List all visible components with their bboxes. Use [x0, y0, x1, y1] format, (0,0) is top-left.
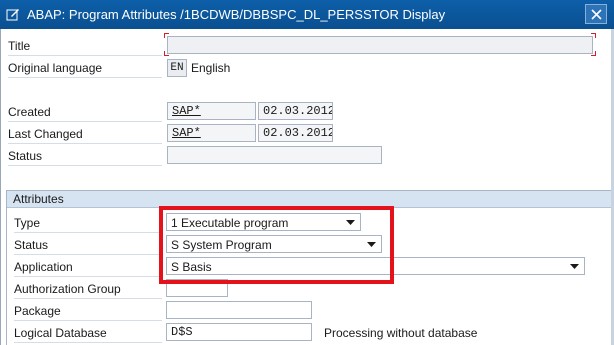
close-button[interactable]	[585, 4, 607, 24]
package-field[interactable]	[166, 301, 312, 319]
label-underline	[8, 121, 162, 122]
created-date-field[interactable]: 02.03.2012	[258, 102, 333, 120]
annotation-highlight-box	[159, 206, 394, 284]
title-label: Title	[8, 39, 31, 53]
required-marker-icon	[591, 51, 596, 56]
chevron-down-icon	[570, 264, 579, 269]
logical-db-description: Processing without database	[324, 326, 478, 340]
edit-document-icon	[6, 8, 20, 21]
label-underline	[8, 55, 162, 56]
created-label: Created	[8, 105, 51, 119]
required-marker-icon	[164, 33, 169, 38]
last-changed-label: Last Changed	[8, 127, 83, 141]
attributes-group-title: Attributes	[13, 192, 64, 206]
label-underline	[14, 298, 162, 299]
label-underline	[8, 165, 162, 166]
logical-db-label: Logical Database	[14, 326, 107, 340]
required-marker-icon	[164, 51, 169, 56]
language-name: English	[191, 61, 231, 75]
title-bar: ABAP: Program Attributes /1BCDWB/DBBSPC_…	[0, 0, 614, 29]
auth-group-label: Authorization Group	[14, 282, 121, 296]
close-icon	[591, 9, 602, 20]
status-label: Status	[8, 149, 43, 163]
label-underline	[14, 254, 162, 255]
label-underline	[8, 143, 162, 144]
last-changed-date-field[interactable]: 02.03.2012	[258, 124, 333, 142]
program-attributes-window: ABAP: Program Attributes /1BCDWB/DBBSPC_…	[0, 0, 614, 345]
label-underline	[14, 276, 162, 277]
language-code-field[interactable]: EN	[167, 59, 187, 77]
status-field[interactable]	[167, 146, 382, 164]
label-underline	[14, 342, 162, 343]
original-language-label: Original language	[8, 61, 103, 75]
attr-status-label: Status	[14, 238, 49, 252]
window-title: ABAP: Program Attributes /1BCDWB/DBBSPC_…	[27, 7, 446, 22]
label-underline	[8, 77, 162, 78]
application-label: Application	[14, 260, 73, 274]
created-by-field[interactable]: SAP*	[167, 102, 256, 120]
label-underline	[14, 320, 162, 321]
package-label: Package	[14, 304, 61, 318]
title-field[interactable]	[167, 36, 593, 54]
required-marker-icon	[591, 33, 596, 38]
logical-db-field[interactable]: D$S	[166, 323, 312, 341]
label-underline	[14, 232, 162, 233]
last-changed-by-field[interactable]: SAP*	[167, 124, 256, 142]
type-label: Type	[14, 216, 41, 230]
